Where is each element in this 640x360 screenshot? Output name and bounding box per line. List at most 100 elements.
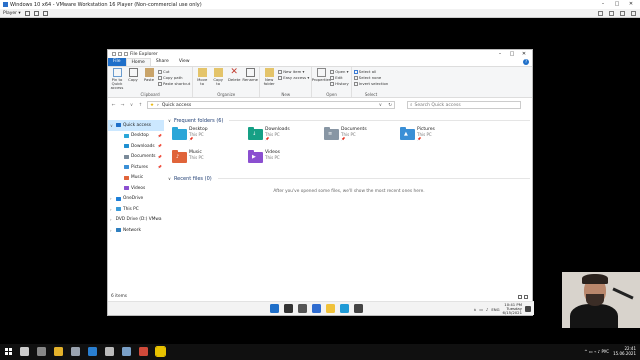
frequent-folder-tile[interactable]: ≡ Documents This PC 📌 <box>324 127 400 145</box>
sidebar-item[interactable]: › OneDrive <box>108 194 164 205</box>
refresh-button[interactable]: ↻ <box>388 103 392 108</box>
forward-button[interactable]: → <box>120 103 125 108</box>
expand-chevron-icon[interactable]: › <box>110 196 114 201</box>
sidebar-item[interactable]: Videos <box>108 183 164 194</box>
tab-home[interactable]: Home <box>125 58 151 66</box>
frequent-folder-tile[interactable]: ♪ Music This PC <box>172 150 248 168</box>
edit-button[interactable]: Edit <box>330 75 349 80</box>
properties-button[interactable]: Properties <box>312 68 331 90</box>
copy-path-button[interactable]: Copy path <box>158 75 190 80</box>
player-menu-button[interactable]: Player ▾ <box>3 11 21 16</box>
pause-icon[interactable] <box>24 10 30 16</box>
recent-locations-button[interactable]: ∨ <box>129 103 134 108</box>
task-view-icon[interactable] <box>298 304 307 313</box>
sidebar-item[interactable]: Downloads 📌 <box>108 141 164 152</box>
frequent-folder-tile[interactable]: ↓ Downloads This PC 📌 <box>248 127 324 145</box>
terminal-icon[interactable] <box>88 347 97 356</box>
maximize-button[interactable]: □ <box>610 0 624 9</box>
frequent-folder-tile[interactable]: Desktop This PC 📌 <box>172 127 248 145</box>
paste-shortcut-button[interactable]: Paste shortcut <box>158 81 190 86</box>
file-explorer-icon[interactable] <box>326 304 335 313</box>
address-bar[interactable]: ★ › Quick access ∨ ↻ <box>147 101 395 109</box>
paste-button[interactable]: Paste <box>142 68 156 90</box>
up-button[interactable]: ↑ <box>138 103 143 108</box>
details-view-icon[interactable] <box>518 295 522 299</box>
cd-icon[interactable] <box>609 11 614 16</box>
host-tray-icons[interactable]: ^ ▭ ⌁ ♪ РУС <box>584 349 609 354</box>
search-box[interactable]: ⌕ Search Quick access <box>407 101 521 109</box>
easy-access-button[interactable]: Easy access ▾ <box>278 75 309 80</box>
cut-button[interactable]: Cut <box>158 69 190 74</box>
sidebar-item[interactable]: Music <box>108 173 164 184</box>
select-all-button[interactable]: Select all <box>353 69 388 74</box>
tab-file[interactable]: File <box>108 58 126 66</box>
app-icon-2[interactable] <box>122 347 131 356</box>
unity-icon[interactable] <box>42 10 48 16</box>
move-to-button[interactable]: Move to <box>195 68 209 90</box>
frequent-folders-header[interactable]: ∨ Frequent folders (6) <box>168 116 530 125</box>
expand-chevron-icon[interactable]: ∨ <box>110 123 114 128</box>
host-clock[interactable]: 22:41 15.06.2021 <box>613 346 636 356</box>
sidebar-item[interactable]: ∨ Quick access <box>108 120 164 131</box>
address-dropdown-icon[interactable]: ∨ <box>379 103 382 108</box>
expand-chevron-icon[interactable]: › <box>110 217 112 222</box>
frequent-folder-tile[interactable]: ▶ Videos This PC <box>248 150 324 168</box>
sidebar-item[interactable]: Pictures 📌 <box>108 162 164 173</box>
task-view-icon[interactable] <box>37 347 46 356</box>
select-none-button[interactable]: Select none <box>353 75 388 80</box>
explorer-minimize-button[interactable]: – <box>494 50 506 58</box>
history-button[interactable]: History <box>330 81 349 86</box>
frequent-folder-tile[interactable]: ▲ Pictures This PC 📌 <box>400 127 476 145</box>
close-button[interactable]: ✕ <box>624 0 638 9</box>
sidebar-item[interactable]: Desktop 📌 <box>108 131 164 142</box>
minimize-button[interactable]: – <box>596 0 610 9</box>
copy-button[interactable]: Copy <box>126 68 140 90</box>
language-indicator[interactable]: ENG <box>491 307 499 312</box>
hdd-icon[interactable] <box>598 11 603 16</box>
pin-quick-access-button[interactable]: Pin to Quick access <box>110 68 124 90</box>
large-icons-view-icon[interactable] <box>524 295 528 299</box>
sidebar-item[interactable]: › Network <box>108 225 164 236</box>
tab-view[interactable]: View <box>174 58 195 66</box>
chrome-icon[interactable] <box>54 347 63 356</box>
search-icon[interactable] <box>20 347 29 356</box>
screen-icon[interactable] <box>139 347 148 356</box>
open-button[interactable]: Open ▾ <box>330 69 349 74</box>
rename-button[interactable]: Rename <box>242 68 258 90</box>
app-icon[interactable] <box>105 347 114 356</box>
network-adapter-icon[interactable] <box>620 11 625 16</box>
send-ctrl-alt-del-icon[interactable] <box>33 10 39 16</box>
notification-icon[interactable] <box>525 306 531 312</box>
start-icon[interactable] <box>270 304 279 313</box>
new-folder-button[interactable]: New folder <box>262 68 276 90</box>
tray-overflow-icon[interactable]: ∧ <box>474 307 477 312</box>
explorer-maximize-button[interactable]: □ <box>506 50 518 58</box>
sidebar-item[interactable]: Documents 📌 <box>108 152 164 163</box>
properties-quick-icon[interactable] <box>118 52 122 56</box>
store-icon[interactable] <box>354 304 363 313</box>
expand-chevron-icon[interactable]: › <box>110 207 114 212</box>
new-folder-quick-icon[interactable] <box>124 52 128 56</box>
volume-icon[interactable]: ♪ <box>486 307 488 312</box>
network-icon[interactable]: ▭ <box>479 307 483 312</box>
network-icon[interactable] <box>71 347 80 356</box>
back-button[interactable]: ← <box>111 103 116 108</box>
edge-icon[interactable] <box>340 304 349 313</box>
delete-button[interactable]: ✕ Delete <box>227 68 241 90</box>
copy-to-button[interactable]: Copy to <box>211 68 225 90</box>
host-start-icon[interactable] <box>5 348 12 355</box>
invert-selection-button[interactable]: Invert selection <box>353 81 388 86</box>
sidebar-item[interactable]: › This PC <box>108 204 164 215</box>
guest-clock[interactable]: 10:41 PM Tuesday 6/15/2021 <box>503 303 522 315</box>
vmware-icon[interactable] <box>155 346 166 357</box>
help-icon[interactable]: ? <box>523 59 529 65</box>
usb-icon[interactable] <box>631 11 636 16</box>
widgets-icon[interactable] <box>312 304 321 313</box>
explorer-close-button[interactable]: ✕ <box>518 50 530 58</box>
expand-chevron-icon[interactable]: › <box>110 228 114 233</box>
tab-share[interactable]: Share <box>151 58 174 66</box>
search-icon[interactable] <box>284 304 293 313</box>
sidebar-item[interactable]: › DVD Drive (D:) VMwa <box>108 215 164 226</box>
new-item-button[interactable]: New item ▾ <box>278 69 309 74</box>
recent-files-header[interactable]: ∨ Recent files (0) <box>168 174 530 183</box>
